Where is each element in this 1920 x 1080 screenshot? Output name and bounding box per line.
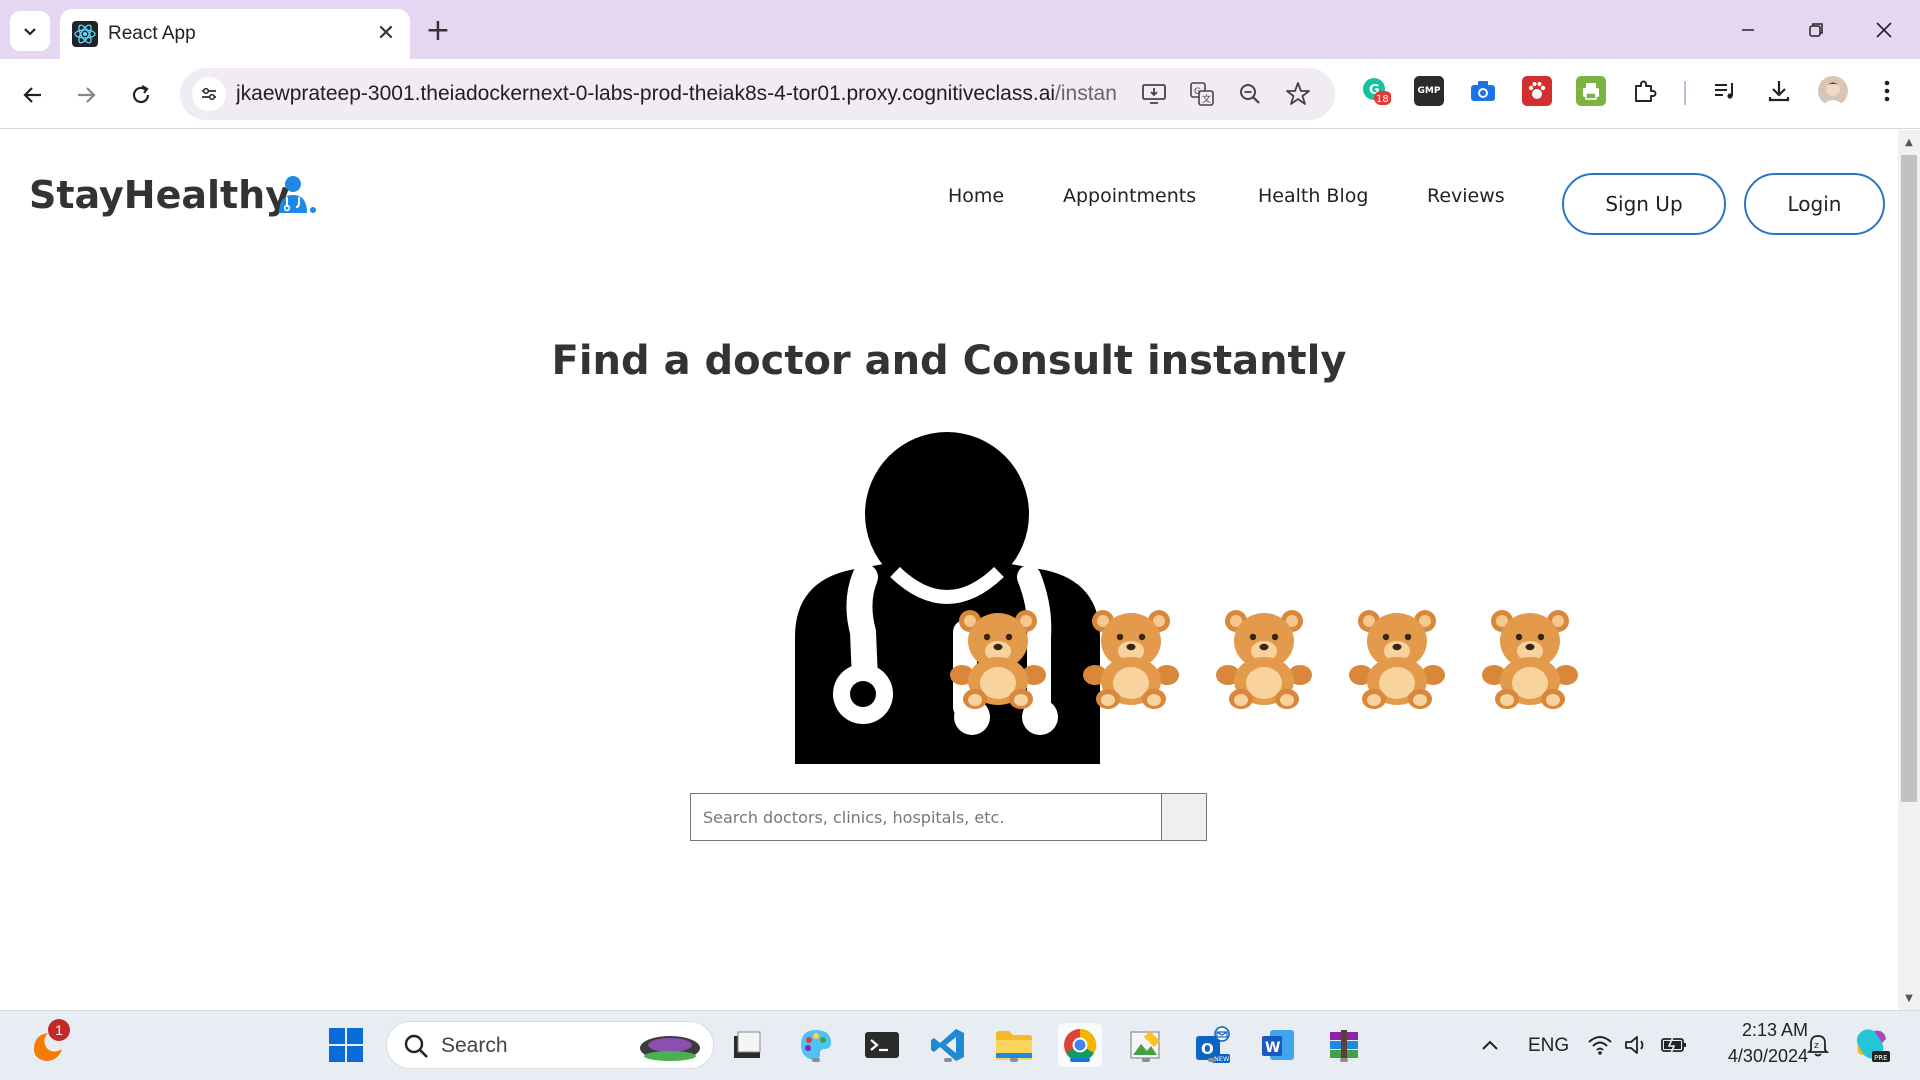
nav-health-blog[interactable]: Health Blog: [1258, 185, 1368, 207]
gmp-extension-icon[interactable]: GMP: [1414, 76, 1444, 106]
arrow-right-icon: [78, 87, 96, 103]
minimize-icon: [1742, 29, 1754, 31]
close-tab-icon[interactable]: ✕: [374, 21, 398, 46]
taskbar-vscode-icon[interactable]: [926, 1023, 970, 1067]
media-control-icon[interactable]: [1710, 76, 1740, 106]
clock-date[interactable]: 4/30/2024: [1708, 1046, 1808, 1067]
site-logo-text[interactable]: StayHealthy: [29, 173, 290, 217]
more-menu-icon[interactable]: [1872, 76, 1902, 106]
teddy-bear-image: [1347, 605, 1447, 710]
site-info-button[interactable]: [192, 77, 226, 111]
browser-toolbar: jkaewprateep-3001.theiadockernext-0-labs…: [0, 59, 1920, 129]
nav-appointments[interactable]: Appointments: [1063, 185, 1196, 207]
zoom-icon[interactable]: [1236, 80, 1264, 108]
grammarly-extension-icon[interactable]: G 18: [1361, 76, 1391, 106]
tab-search-button[interactable]: [10, 11, 50, 51]
restore-icon: [1809, 23, 1823, 37]
teddy-bear-image: [1214, 605, 1314, 710]
tune-icon: [202, 87, 216, 101]
install-app-icon[interactable]: [1140, 80, 1168, 108]
login-button[interactable]: Login: [1744, 173, 1885, 235]
scroll-down-arrow[interactable]: ▼: [1898, 988, 1920, 1008]
hero-title: Find a doctor and Consult instantly: [551, 338, 1347, 384]
paw-extension-icon[interactable]: [1522, 76, 1552, 106]
url-path: /instant: [1055, 82, 1116, 105]
browser-tab-active[interactable]: React App ✕: [60, 9, 410, 59]
reload-icon: [132, 85, 150, 104]
show-hidden-icons-chevron-up-icon[interactable]: [1468, 1023, 1512, 1067]
new-tab-button[interactable]: +: [422, 13, 454, 48]
toolbar-divider: [1684, 81, 1686, 105]
url-text[interactable]: jkaewprateep-3001.theiadockernext-0-labs…: [236, 82, 1116, 106]
extension-badge-count: 18: [1376, 94, 1389, 105]
teddy-bear-image: [1081, 605, 1181, 710]
svg-text:NEW: NEW: [1214, 1055, 1230, 1063]
taskbar-winrar-icon[interactable]: [1322, 1023, 1366, 1067]
profile-avatar[interactable]: [1818, 76, 1848, 106]
nav-reviews[interactable]: Reviews: [1427, 185, 1505, 207]
close-window-button[interactable]: [1862, 10, 1906, 50]
taskbar-search-box[interactable]: Search: [386, 1021, 714, 1069]
taskbar-file-explorer-icon[interactable]: [992, 1023, 1036, 1067]
reload-button[interactable]: [121, 75, 161, 115]
svg-text:G: G: [1194, 87, 1201, 97]
browser-tab-strip: React App ✕ +: [0, 0, 1920, 59]
svg-text:W: W: [1265, 1040, 1280, 1056]
search-icon: [404, 1034, 428, 1058]
teddy-bear-image: [948, 605, 1048, 710]
taskbar-app-window[interactable]: [725, 1023, 769, 1067]
search-highlight-icon: [640, 1036, 700, 1061]
print-extension-icon[interactable]: [1576, 76, 1606, 106]
react-logo-icon: [72, 21, 98, 47]
taskbar-chrome-icon[interactable]: [1058, 1023, 1102, 1067]
url-host: jkaewprateep-3001.theiadockernext-0-labs…: [236, 82, 1056, 105]
svg-text:O: O: [1201, 1040, 1214, 1058]
arrow-left-icon: [23, 87, 41, 103]
taskbar-terminal-icon[interactable]: [860, 1023, 904, 1067]
search-button[interactable]: [1161, 793, 1207, 841]
back-button[interactable]: [13, 75, 53, 115]
taskbar-paint-icon[interactable]: [794, 1023, 838, 1067]
teddy-bear-image: [1480, 605, 1580, 710]
copilot-icon[interactable]: PRE: [1850, 1023, 1894, 1067]
taskbar-outlook-icon[interactable]: O NEW: [1190, 1023, 1234, 1067]
chevron-down-icon: [24, 28, 36, 36]
svg-text:文: 文: [1202, 93, 1211, 105]
camera-extension-icon[interactable]: [1468, 76, 1498, 106]
battery-icon[interactable]: [1652, 1023, 1696, 1067]
web-page: StayHealthy Home Appointments Health Blo…: [0, 130, 1898, 1010]
address-bar[interactable]: jkaewprateep-3001.theiadockernext-0-labs…: [180, 68, 1335, 120]
extensions-puzzle-icon[interactable]: [1630, 76, 1660, 106]
gmp-label: GMP: [1417, 86, 1441, 96]
taskbar-search-label: Search: [441, 1034, 508, 1057]
restore-button[interactable]: [1794, 10, 1838, 50]
bookmark-star-icon[interactable]: [1284, 80, 1312, 108]
translate-icon[interactable]: G文: [1188, 80, 1216, 108]
doctor-illustration: [795, 432, 1100, 764]
tab-title: React App: [108, 23, 196, 44]
taskbar-word-icon[interactable]: W: [1256, 1023, 1300, 1067]
widgets-weather-icon[interactable]: 1: [26, 1019, 70, 1067]
start-button[interactable]: [324, 1023, 368, 1067]
svg-text:PRE: PRE: [1874, 1054, 1888, 1062]
notification-badge: 1: [48, 1019, 70, 1041]
forward-button[interactable]: [66, 75, 106, 115]
svg-text:z: z: [1814, 1041, 1819, 1051]
language-indicator[interactable]: ENG: [1528, 1035, 1569, 1057]
scroll-up-arrow[interactable]: ▲: [1898, 132, 1920, 152]
taskbar-image-editor-icon[interactable]: [1124, 1023, 1168, 1067]
downloads-icon[interactable]: [1764, 76, 1794, 106]
scrollbar-thumb[interactable]: [1898, 155, 1920, 802]
nav-home[interactable]: Home: [948, 185, 1004, 207]
sign-up-button[interactable]: Sign Up: [1562, 173, 1726, 235]
search-input[interactable]: [690, 793, 1162, 841]
close-icon: [1876, 22, 1892, 38]
windows-taskbar: 1 Search O NEW W ENG 2:13 AM 4/30/2024 z…: [0, 1010, 1920, 1080]
search-bar: [690, 793, 1207, 841]
minimize-button[interactable]: [1726, 10, 1770, 50]
notification-bell-icon[interactable]: z: [1796, 1023, 1840, 1067]
windows-logo-icon: [329, 1028, 363, 1062]
doctor-logo-icon: [279, 176, 316, 213]
